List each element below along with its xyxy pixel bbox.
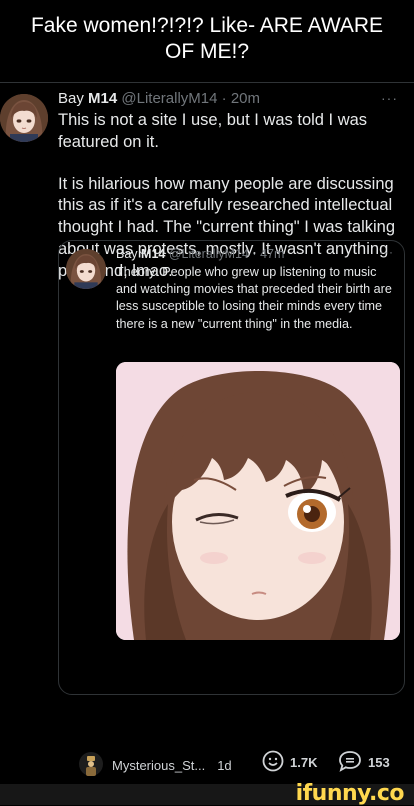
comment-count: 153 (368, 755, 390, 770)
like-button[interactable]: 1.7K (262, 750, 317, 775)
action-bar: Mysterious_St... 1d 1.7K 153 (0, 750, 414, 780)
quoted-avatar[interactable] (66, 249, 106, 289)
user-badge[interactable]: Mysterious_St... 1d (78, 750, 232, 781)
quoted-timestamp[interactable]: 47m (260, 247, 284, 261)
user-avatar-icon (78, 750, 104, 781)
header-divider (0, 82, 414, 83)
tweet-meta: Bay M14 @LiterallyM14 · 20m (58, 88, 398, 110)
quoted-handle[interactable]: @LiterallyM14 (169, 247, 249, 261)
separator: · (221, 90, 227, 107)
comment-icon (338, 750, 362, 775)
quoted-meta: Bay M14 @LiterallyM14 · 47m (116, 246, 284, 263)
watermark-bar: ifunny.co (0, 781, 414, 806)
more-options-icon[interactable]: ··· (381, 90, 398, 106)
comment-button[interactable]: 153 (338, 750, 390, 775)
quoted-separator: · (252, 247, 257, 261)
smile-icon (262, 750, 284, 775)
anime-girl-illustration (116, 362, 400, 640)
quoted-text: Theory: People who grew up listening to … (116, 265, 392, 331)
timestamp[interactable]: 20m (231, 90, 260, 107)
quoted-tweet[interactable]: Bay M14 @LiterallyM14 · 47m ··· Theory: … (58, 240, 405, 695)
quoted-image[interactable] (116, 362, 400, 640)
quoted-more-options-icon[interactable]: ··· (379, 245, 394, 259)
post-title: Fake women!?!?!? Like- ARE AWARE OF ME!? (0, 0, 414, 82)
user-name[interactable]: Mysterious_St... (112, 758, 205, 773)
post-age: 1d (217, 758, 232, 773)
avatar[interactable] (0, 94, 48, 142)
ifunny-watermark: ifunny.co (295, 781, 405, 806)
post-title-line-2: OF ME!? (164, 40, 249, 63)
like-count: 1.7K (290, 755, 318, 770)
post-title-line-1: Fake women!?!?!? Like- ARE AWARE (30, 14, 384, 37)
tweet-text-paragraph-1: This is not a site I use, but I was told… (58, 111, 368, 151)
quoted-display-name[interactable]: Bay M14 (116, 247, 165, 261)
handle[interactable]: @LiterallyM14 (121, 90, 217, 107)
display-name[interactable]: Bay M14 (58, 90, 117, 107)
